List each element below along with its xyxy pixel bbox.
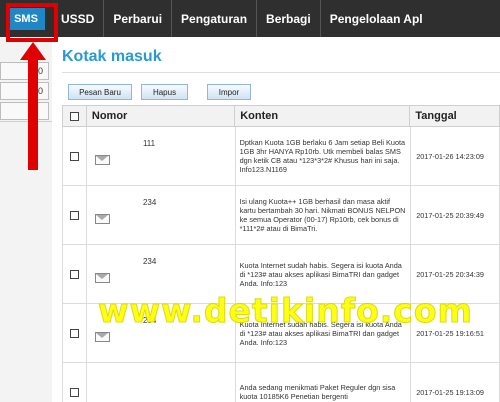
tab-berbagi[interactable]: Berbagi [257, 0, 321, 37]
sender-cell: 234 [87, 186, 236, 244]
row-checkbox-cell [63, 363, 87, 402]
row-checkbox[interactable] [69, 151, 79, 161]
page-title: Kotak masuk [62, 48, 162, 65]
row-checkbox[interactable] [69, 210, 79, 220]
header-date[interactable]: Tanggal [410, 106, 499, 126]
tab-pengelolaan-apl[interactable]: Pengelolaan Apl [321, 0, 432, 37]
red-arrow-icon [20, 42, 46, 170]
select-all-cell [63, 106, 87, 126]
watermark-text: www.detikinfo.com [98, 291, 473, 331]
sender-number: 234 [142, 257, 157, 266]
message-date: 2017-01-26 14:23:09 [411, 127, 500, 185]
header-number[interactable]: Nomor [87, 106, 236, 126]
message-date: 2017-01-25 20:39:49 [411, 186, 500, 244]
row-checkbox-cell [63, 127, 87, 185]
toolbar: Pesan Baru Hapus Impor [68, 84, 251, 100]
divider [62, 72, 500, 73]
message-content: Anda sedang menikmati Paket Reguler dgn … [236, 363, 412, 402]
row-checkbox[interactable] [69, 387, 79, 397]
row-checkbox-cell [63, 186, 87, 244]
delete-button[interactable]: Hapus [141, 84, 188, 100]
highlight-box [6, 3, 58, 42]
sender-cell [87, 363, 236, 402]
top-nav: SMS USSD Perbarui Pengaturan Berbagi Pen… [0, 0, 500, 37]
message-content: Isi ulang Kuota++ 1GB berhasil dan masa … [236, 186, 412, 244]
select-all-checkbox[interactable] [69, 111, 79, 121]
row-checkbox-cell [63, 304, 87, 362]
envelope-icon [94, 155, 110, 165]
sender-cell: 111 [87, 127, 236, 185]
envelope-icon [94, 332, 110, 342]
tab-ussd[interactable]: USSD [52, 0, 105, 37]
tab-perbarui[interactable]: Perbarui [104, 0, 173, 37]
new-message-button[interactable]: Pesan Baru [68, 84, 132, 100]
inbox-table: Nomor Konten Tanggal 111 Dptkan Kuota 1G… [62, 105, 500, 402]
message-content: Dptkan Kuota 1GB berlaku 6 Jam setiap Be… [236, 127, 412, 185]
row-checkbox[interactable] [69, 269, 79, 279]
sender-number: 234 [142, 198, 157, 207]
table-row[interactable]: Anda sedang menikmati Paket Reguler dgn … [62, 363, 500, 402]
header-content[interactable]: Konten [235, 106, 411, 126]
row-checkbox-cell [63, 245, 87, 303]
table-header: Nomor Konten Tanggal [62, 105, 500, 127]
envelope-icon [94, 273, 110, 283]
envelope-icon [94, 214, 110, 224]
row-checkbox[interactable] [69, 328, 79, 338]
import-button[interactable]: Impor [207, 84, 251, 100]
sender-number: 111 [142, 139, 156, 148]
table-row[interactable]: 111 Dptkan Kuota 1GB berlaku 6 Jam setia… [62, 127, 500, 186]
table-row[interactable]: 234 Isi ulang Kuota++ 1GB berhasil dan m… [62, 186, 500, 245]
message-date: 2017-01-25 19:13:09 [411, 363, 500, 402]
tab-pengaturan[interactable]: Pengaturan [172, 0, 258, 37]
